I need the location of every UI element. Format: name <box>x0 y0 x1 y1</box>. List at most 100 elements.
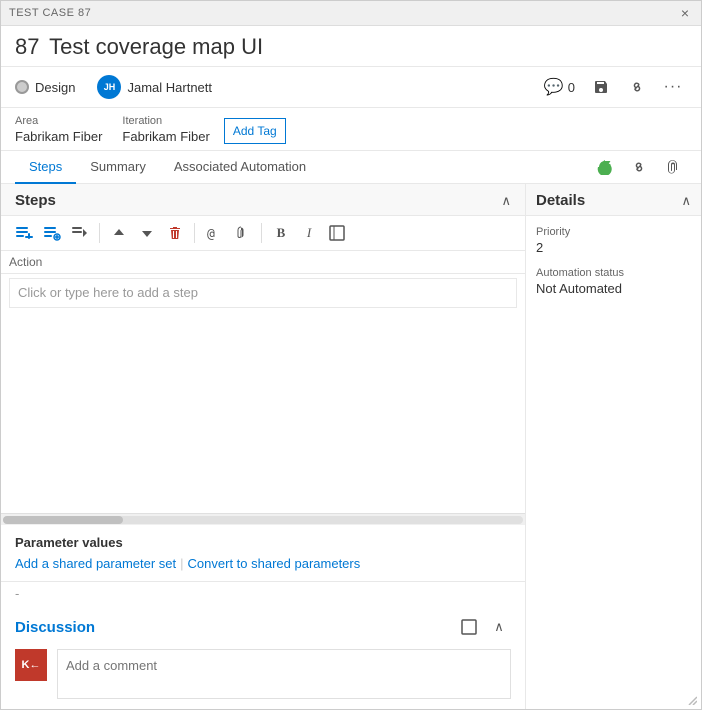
assigned-to[interactable]: JH Jamal Hartnett <box>97 75 212 99</box>
iteration-value: Fabrikam Fiber <box>122 129 209 144</box>
copy-link-button[interactable] <box>623 73 651 101</box>
iteration-field: Iteration Fabrikam Fiber <box>122 115 209 144</box>
priority-field: Priority 2 <box>536 226 691 255</box>
details-panel: Details ∧ Priority 2 Automation status N… <box>526 184 701 709</box>
details-title: Details <box>536 192 585 209</box>
add-shared-param-link[interactable]: Add a shared parameter set <box>15 556 176 571</box>
status-badge[interactable]: Design <box>15 80 75 95</box>
work-item-title: Test coverage map UI <box>49 34 263 59</box>
delete-button[interactable] <box>162 220 188 246</box>
svg-text:@: @ <box>207 227 215 242</box>
save-button[interactable] <box>587 73 615 101</box>
steps-table: Action Click or type here to add a step <box>1 251 525 312</box>
insert-shared-step-button[interactable] <box>67 220 93 246</box>
area-label: Area <box>15 115 102 127</box>
iteration-label: Iteration <box>122 115 209 127</box>
toolbar-row: Design JH Jamal Hartnett 💬 0 ··· <box>1 67 701 108</box>
user-avatar: K← <box>15 649 47 681</box>
area-value: Fabrikam Fiber <box>15 129 102 144</box>
tab-summary[interactable]: Summary <box>76 151 160 184</box>
user-initials: K← <box>22 659 41 671</box>
close-button[interactable]: × <box>677 5 693 21</box>
details-content: Priority 2 Automation status Not Automat… <box>526 216 701 318</box>
steps-title: Steps <box>15 192 56 209</box>
add-step-button[interactable] <box>11 220 37 246</box>
title-bar: TEST CASE 87 × <box>1 1 701 26</box>
comment-row: K← <box>15 649 511 699</box>
comment-input[interactable] <box>57 649 511 699</box>
priority-value: 2 <box>536 240 691 255</box>
priority-label: Priority <box>536 226 691 238</box>
add-tag-button[interactable]: Add Tag <box>224 118 286 144</box>
expand-button[interactable] <box>324 220 350 246</box>
separator-1 <box>99 223 100 243</box>
add-step-row: Click or type here to add a step <box>1 274 525 313</box>
move-down-button[interactable] <box>134 220 160 246</box>
add-shared-step-button[interactable] <box>39 220 65 246</box>
scrollbar[interactable] <box>1 513 525 525</box>
tab-steps[interactable]: Steps <box>15 151 76 184</box>
more-options-button[interactable]: ··· <box>659 73 687 101</box>
collapse-discussion-button[interactable]: ∧ <box>487 615 511 639</box>
italic-button[interactable]: I <box>296 220 322 246</box>
title-bar-text: TEST CASE 87 <box>9 7 91 19</box>
tabs: Steps Summary Associated Automation <box>1 151 701 184</box>
param-section: Parameter values Add a shared parameter … <box>1 525 525 582</box>
automation-status-field: Automation status Not Automated <box>536 267 691 296</box>
discussion-title: Discussion <box>15 619 95 636</box>
step-action-cell: Click or type here to add a step <box>1 274 525 313</box>
insert-param-button[interactable]: @ <box>201 220 227 246</box>
ellipsis-icon: ··· <box>664 78 683 96</box>
scrollbar-track <box>3 516 523 524</box>
resize-handle[interactable] <box>685 693 697 705</box>
refresh-button[interactable] <box>591 153 619 181</box>
step-input[interactable]: Click or type here to add a step <box>9 278 517 308</box>
discussion-actions: ∧ <box>457 615 511 639</box>
scrollbar-thumb <box>3 516 123 524</box>
steps-table-container: Action Click or type here to add a step <box>1 251 525 513</box>
link-button[interactable] <box>625 153 653 181</box>
attach-button[interactable] <box>659 153 687 181</box>
steps-header: Steps ∧ <box>1 184 525 216</box>
comment-badge: 💬 0 <box>544 77 575 97</box>
dash-section: - <box>1 582 525 605</box>
param-separator: | <box>180 556 183 571</box>
param-links: Add a shared parameter set | Convert to … <box>15 556 511 571</box>
bold-button[interactable]: B <box>268 220 294 246</box>
expand-discussion-button[interactable] <box>457 615 481 639</box>
area-field: Area Fabrikam Fiber <box>15 115 102 144</box>
italic-icon: I <box>307 225 311 241</box>
separator-3 <box>261 223 262 243</box>
add-attachment-button[interactable] <box>229 220 255 246</box>
details-collapse-button[interactable]: ∧ <box>681 193 691 209</box>
separator-2 <box>194 223 195 243</box>
avatar-initials: JH <box>104 82 116 92</box>
tab-associated-automation[interactable]: Associated Automation <box>160 151 320 184</box>
bold-icon: B <box>277 225 286 241</box>
work-item-number: 87 <box>15 34 39 59</box>
discussion-header: Discussion ∧ <box>15 615 511 639</box>
fields-row: Area Fabrikam Fiber Iteration Fabrikam F… <box>1 108 701 151</box>
comment-count: 0 <box>568 80 575 95</box>
automation-status-value: Not Automated <box>536 281 691 296</box>
status-label: Design <box>35 80 75 95</box>
steps-toolbar: @ B I <box>1 216 525 251</box>
chevron-up-icon: ∧ <box>494 619 504 635</box>
comment-icon: 💬 <box>544 77 564 97</box>
toolbar-actions: ··· <box>587 73 687 101</box>
tab-actions <box>591 153 687 181</box>
main-window: TEST CASE 87 × 87 Test coverage map UI D… <box>0 0 702 710</box>
action-column-header: Action <box>1 251 525 274</box>
main-content: Steps ∧ <box>1 184 701 709</box>
status-circle <box>15 80 29 94</box>
details-header: Details ∧ <box>526 184 701 216</box>
automation-status-label: Automation status <box>536 267 691 279</box>
discussion-section: Discussion ∧ K← <box>1 605 525 709</box>
assigned-name: Jamal Hartnett <box>127 80 212 95</box>
move-up-button[interactable] <box>106 220 132 246</box>
steps-area: Steps ∧ <box>1 184 526 709</box>
param-title: Parameter values <box>15 535 511 550</box>
avatar: JH <box>97 75 121 99</box>
steps-collapse-button[interactable]: ∧ <box>501 193 511 209</box>
convert-shared-param-link[interactable]: Convert to shared parameters <box>188 556 361 571</box>
